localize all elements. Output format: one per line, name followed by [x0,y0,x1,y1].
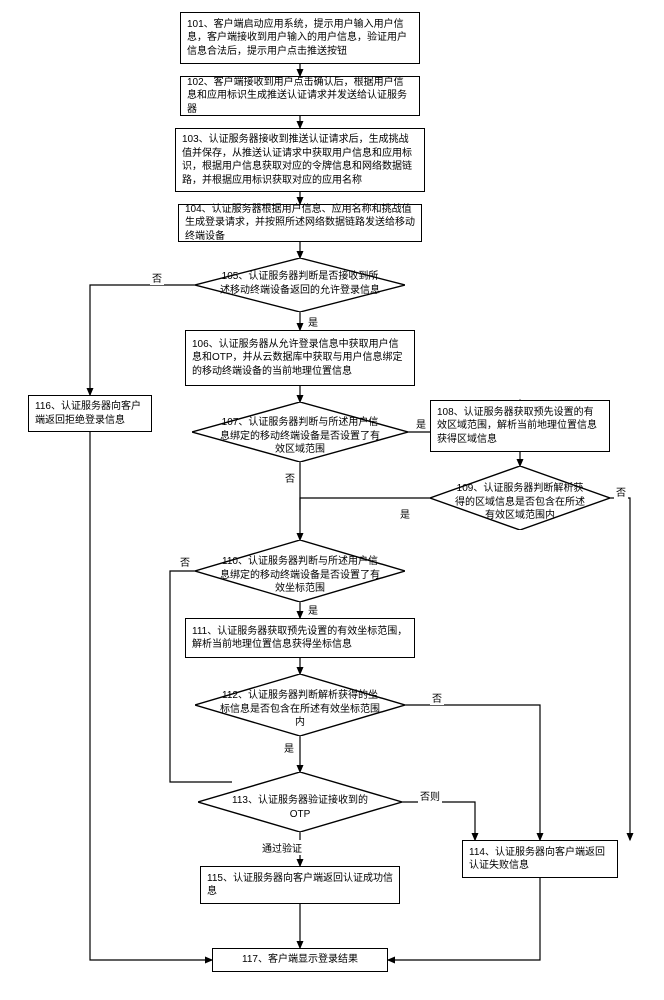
node-114: 114、认证服务器向客户端返回认证失败信息 [462,840,618,878]
node-text: 102、客户端接收到用户点击确认后，根据用户信息和应用标识生成推送认证请求并发送… [187,76,413,117]
node-text: 117、客户端显示登录结果 [242,953,358,967]
node-text: 114、认证服务器向客户端返回认证失败信息 [469,846,611,873]
label-112-no: 否 [430,690,444,705]
node-text: 101、客户端启动应用系统，提示用户输入用户信息，客户端接收到用户输入的用户信息… [187,18,413,59]
label-109-no: 否 [614,484,628,499]
label-107-no: 否 [283,470,297,485]
node-text: 108、认证服务器获取预先设置的有效区域范围，解析当前地理位置信息获得区域信息 [437,406,603,447]
node-text: 106、认证服务器从允许登录信息中获取用户信息和OTP，并从云数据库中获取与用户… [192,338,408,379]
node-text: 104、认证服务器根据用户信息、应用名称和挑战值生成登录请求，并按照所述网络数据… [185,203,415,244]
node-102: 102、客户端接收到用户点击确认后，根据用户信息和应用标识生成推送认证请求并发送… [180,76,420,116]
node-111: 111、认证服务器获取预先设置的有效坐标范围，解析当前地理位置信息获得坐标信息 [185,618,415,658]
label-110-yes: 是 [306,602,320,617]
label-110-no: 否 [178,554,192,569]
label-112-yes: 是 [282,740,296,755]
node-text: 116、认证服务器向客户端返回拒绝登录信息 [35,400,145,427]
label-107-yes: 是 [414,416,428,431]
label-109-yes: 是 [398,506,412,521]
label-113-pass: 通过验证 [260,840,304,855]
node-103: 103、认证服务器接收到推送认证请求后，生成挑战值并保存，从推送认证请求中获取用… [175,128,425,192]
node-text: 115、认证服务器向客户端返回认证成功信息 [207,872,393,899]
node-text: 103、认证服务器接收到推送认证请求后，生成挑战值并保存，从推送认证请求中获取用… [182,133,418,187]
node-117: 117、客户端显示登录结果 [212,948,388,972]
label-113-else: 否则 [418,788,442,803]
node-text: 111、认证服务器获取预先设置的有效坐标范围，解析当前地理位置信息获得坐标信息 [192,625,408,652]
node-108: 108、认证服务器获取预先设置的有效区域范围，解析当前地理位置信息获得区域信息 [430,400,610,452]
node-115: 115、认证服务器向客户端返回认证成功信息 [200,866,400,904]
node-104: 104、认证服务器根据用户信息、应用名称和挑战值生成登录请求，并按照所述网络数据… [178,204,422,242]
node-116: 116、认证服务器向客户端返回拒绝登录信息 [28,395,152,432]
node-101: 101、客户端启动应用系统，提示用户输入用户信息，客户端接收到用户输入的用户信息… [180,12,420,64]
label-105-no: 否 [150,270,164,285]
label-105-yes: 是 [306,314,320,329]
node-106: 106、认证服务器从允许登录信息中获取用户信息和OTP，并从云数据库中获取与用户… [185,330,415,386]
